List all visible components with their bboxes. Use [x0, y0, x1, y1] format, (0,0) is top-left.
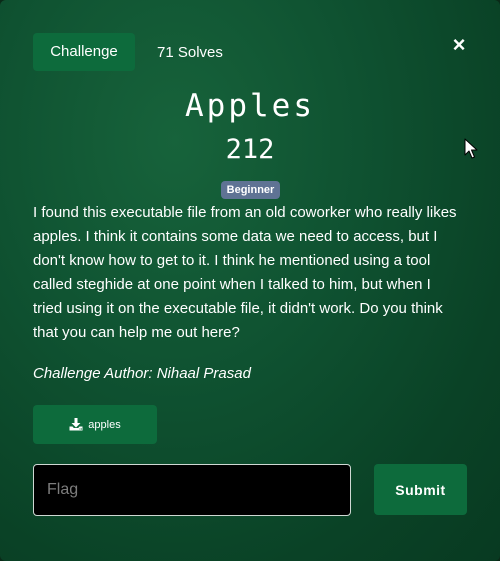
download-icon	[69, 418, 83, 431]
submit-button[interactable]: Submit	[374, 464, 467, 515]
mouse-pointer-icon	[464, 138, 478, 159]
tab-challenge[interactable]: Challenge	[33, 33, 135, 71]
file-label: apples	[88, 418, 121, 431]
challenge-modal: Challenge 71 Solves × Apples 212 Beginne…	[0, 0, 500, 561]
difficulty-badge: Beginner	[221, 181, 280, 199]
challenge-title: Apples	[185, 88, 315, 124]
challenge-author: Challenge Author: Nihaal Prasad	[33, 365, 251, 382]
flag-input[interactable]	[33, 464, 351, 516]
challenge-description: I found this executable file from an old…	[33, 204, 457, 341]
file-download-button[interactable]: apples	[33, 405, 157, 444]
tab-solves[interactable]: 71 Solves	[157, 33, 223, 71]
close-icon: ×	[452, 32, 466, 57]
close-button[interactable]: ×	[448, 32, 470, 58]
challenge-points: 212	[225, 134, 275, 165]
